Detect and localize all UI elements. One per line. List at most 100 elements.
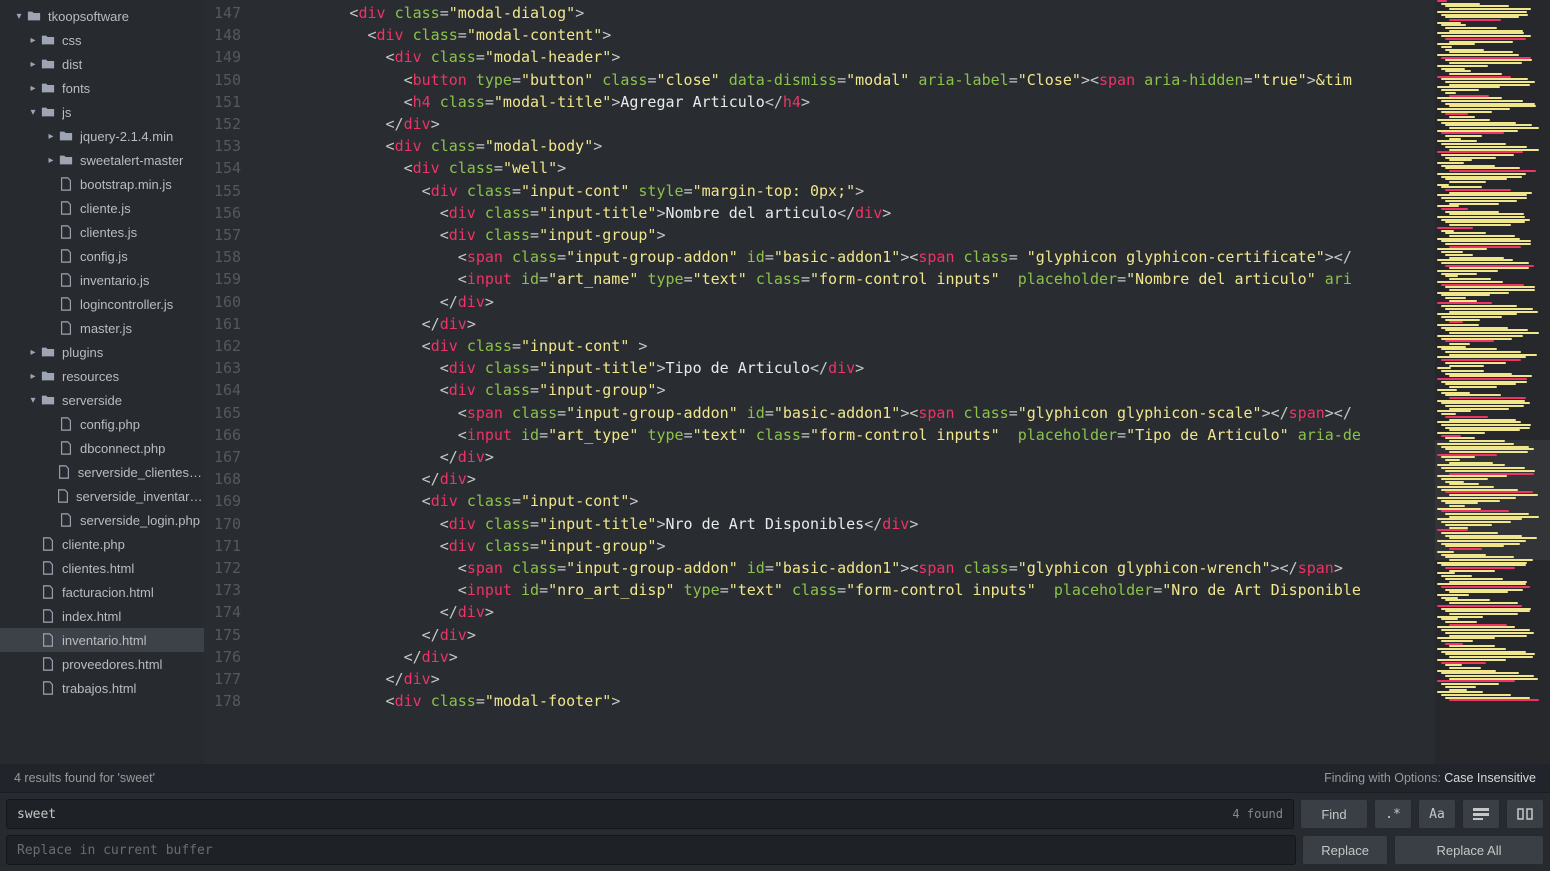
- file-item[interactable]: config.js: [0, 244, 204, 268]
- tree-item-label: facturacion.html: [62, 585, 154, 600]
- file-item[interactable]: proveedores.html: [0, 652, 204, 676]
- chevron-icon: ▸: [44, 131, 58, 142]
- line-number: 161: [214, 313, 241, 335]
- folder-icon: [58, 128, 74, 144]
- chevron-icon: [44, 443, 58, 454]
- chevron-icon: [26, 659, 40, 670]
- code-line[interactable]: <div class="input-group">: [259, 224, 1435, 246]
- code-line[interactable]: <span class="input-group-addon" id="basi…: [259, 246, 1435, 268]
- line-number: 173: [214, 579, 241, 601]
- file-item[interactable]: cliente.js: [0, 196, 204, 220]
- code-line[interactable]: <span class="input-group-addon" id="basi…: [259, 557, 1435, 579]
- folder-item[interactable]: ▸resources: [0, 364, 204, 388]
- regex-option-button[interactable]: .*: [1374, 799, 1412, 829]
- code-line[interactable]: <div class="input-cont" style="margin-to…: [259, 180, 1435, 202]
- code-line[interactable]: </div>: [259, 113, 1435, 135]
- file-item[interactable]: clientes.html: [0, 556, 204, 580]
- code-line[interactable]: <div class="input-group">: [259, 535, 1435, 557]
- find-match-count: 4 found: [1224, 807, 1283, 821]
- code-line[interactable]: </div>: [259, 446, 1435, 468]
- code-line[interactable]: <span class="input-group-addon" id="basi…: [259, 402, 1435, 424]
- code-line[interactable]: <div class="modal-dialog">: [259, 2, 1435, 24]
- file-item[interactable]: dbconnect.php: [0, 436, 204, 460]
- chevron-icon: ▸: [26, 83, 40, 94]
- code-line[interactable]: </div>: [259, 601, 1435, 623]
- line-number: 162: [214, 335, 241, 357]
- code-line[interactable]: <div class="input-group">: [259, 379, 1435, 401]
- chevron-icon: [44, 179, 58, 190]
- file-item[interactable]: config.php: [0, 412, 204, 436]
- code-line[interactable]: <input id="art_name" type="text" class="…: [259, 268, 1435, 290]
- tree-item-label: bootstrap.min.js: [80, 177, 172, 192]
- file-icon: [58, 440, 74, 456]
- code-line[interactable]: </div>: [259, 646, 1435, 668]
- file-item[interactable]: serverside_login.php: [0, 508, 204, 532]
- file-tree[interactable]: ▾tkoopsoftware▸css▸dist▸fonts▾js▸jquery-…: [0, 0, 204, 764]
- chevron-icon: [44, 467, 57, 478]
- code-line[interactable]: <div class="input-title">Tipo de Articul…: [259, 357, 1435, 379]
- file-item[interactable]: cliente.php: [0, 532, 204, 556]
- folder-item[interactable]: ▸dist: [0, 52, 204, 76]
- replace-all-button[interactable]: Replace All: [1394, 835, 1544, 865]
- code-line[interactable]: <div class="input-title">Nro de Art Disp…: [259, 513, 1435, 535]
- find-button[interactable]: Find: [1300, 799, 1368, 829]
- folder-item[interactable]: ▸plugins: [0, 340, 204, 364]
- code-line[interactable]: </div>: [259, 468, 1435, 490]
- code-line[interactable]: </div>: [259, 313, 1435, 335]
- code-line[interactable]: <div class="modal-body">: [259, 135, 1435, 157]
- code-line[interactable]: </div>: [259, 291, 1435, 313]
- find-input[interactable]: sweet 4 found: [6, 799, 1294, 829]
- tree-item-label: resources: [62, 369, 119, 384]
- file-icon: [40, 584, 56, 600]
- folder-item[interactable]: ▸sweetalert-master: [0, 148, 204, 172]
- code-line[interactable]: <input id="art_type" type="text" class="…: [259, 424, 1435, 446]
- code-line[interactable]: <div class="modal-header">: [259, 46, 1435, 68]
- file-item[interactable]: inventario.html: [0, 628, 204, 652]
- folder-item[interactable]: ▸fonts: [0, 76, 204, 100]
- case-option-button[interactable]: Aa: [1418, 799, 1456, 829]
- chevron-icon: [44, 299, 58, 310]
- file-item[interactable]: serverside_clientes.php: [0, 460, 204, 484]
- code-line[interactable]: <div class="well">: [259, 157, 1435, 179]
- code-line[interactable]: <button type="button" class="close" data…: [259, 69, 1435, 91]
- code-line[interactable]: <div class="modal-content">: [259, 24, 1435, 46]
- folder-item[interactable]: ▸jquery-2.1.4.min: [0, 124, 204, 148]
- selection-option-button[interactable]: [1462, 799, 1500, 829]
- line-number: 160: [214, 291, 241, 313]
- folder-item[interactable]: ▾js: [0, 100, 204, 124]
- file-item[interactable]: serverside_inventario.php: [0, 484, 204, 508]
- file-item[interactable]: inventario.js: [0, 268, 204, 292]
- file-item[interactable]: trabajos.html: [0, 676, 204, 700]
- file-item[interactable]: master.js: [0, 316, 204, 340]
- replace-input[interactable]: Replace in current buffer: [6, 835, 1296, 865]
- chevron-icon: [44, 419, 58, 430]
- tree-item-label: serverside_inventario.php: [76, 489, 204, 504]
- code-line[interactable]: </div>: [259, 668, 1435, 690]
- folder-item[interactable]: ▸css: [0, 28, 204, 52]
- minimap[interactable]: [1435, 0, 1550, 764]
- whole-word-option-button[interactable]: [1506, 799, 1544, 829]
- folder-item[interactable]: ▾serverside: [0, 388, 204, 412]
- code-line[interactable]: </div>: [259, 624, 1435, 646]
- folder-item[interactable]: ▾tkoopsoftware: [0, 4, 204, 28]
- tree-item-label: index.html: [62, 609, 121, 624]
- code-line[interactable]: <input id="nro_art_disp" type="text" cla…: [259, 579, 1435, 601]
- chevron-icon: [44, 275, 58, 286]
- code-line[interactable]: <div class="input-cont" >: [259, 335, 1435, 357]
- replace-button[interactable]: Replace: [1302, 835, 1388, 865]
- find-replace-panel[interactable]: sweet 4 found Find .* Aa Replace in curr…: [0, 792, 1550, 871]
- folder-icon: [40, 392, 56, 408]
- code-content[interactable]: <div class="modal-dialog"> <div class="m…: [255, 0, 1435, 764]
- tree-item-label: dist: [62, 57, 82, 72]
- code-line[interactable]: <h4 class="modal-title">Agregar Articulo…: [259, 91, 1435, 113]
- file-item[interactable]: facturacion.html: [0, 580, 204, 604]
- file-item[interactable]: bootstrap.min.js: [0, 172, 204, 196]
- file-item[interactable]: logincontroller.js: [0, 292, 204, 316]
- chevron-icon: [44, 227, 58, 238]
- code-line[interactable]: <div class="modal-footer">: [259, 690, 1435, 712]
- file-item[interactable]: clientes.js: [0, 220, 204, 244]
- code-line[interactable]: <div class="input-cont">: [259, 490, 1435, 512]
- file-item[interactable]: index.html: [0, 604, 204, 628]
- code-line[interactable]: <div class="input-title">Nombre del arti…: [259, 202, 1435, 224]
- code-editor[interactable]: 1471481491501511521531541551561571581591…: [204, 0, 1550, 764]
